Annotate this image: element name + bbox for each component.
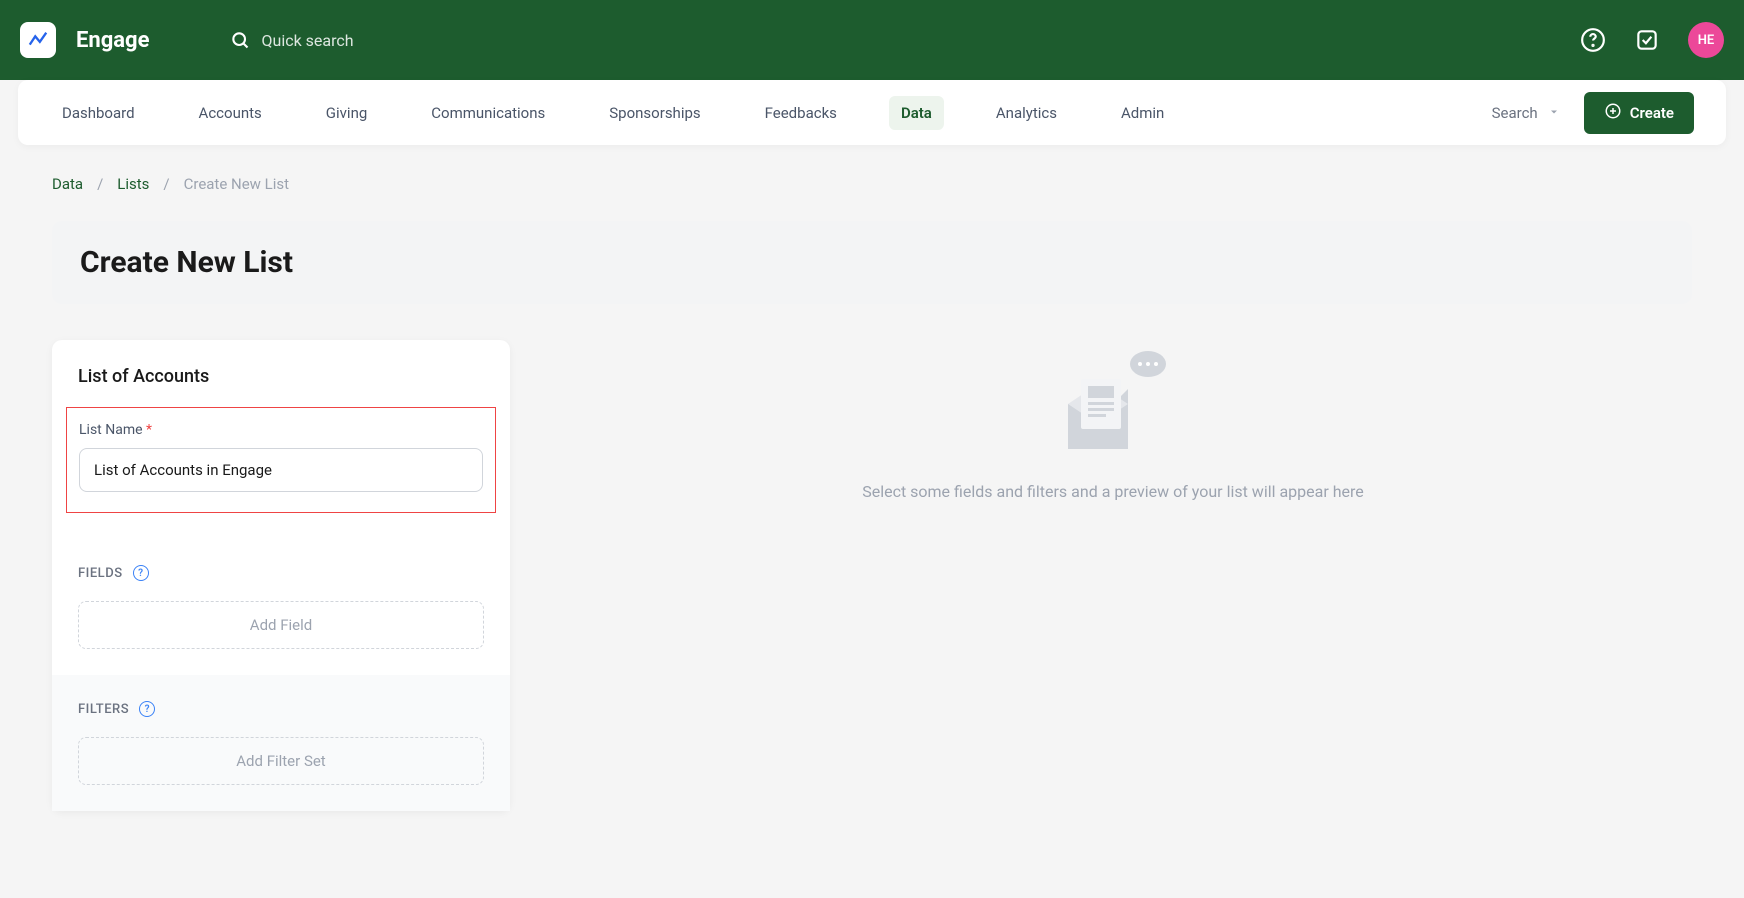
help-icon[interactable] [1580, 27, 1606, 53]
sub-navigation: Dashboard Accounts Giving Communications… [18, 80, 1726, 145]
fields-section: FIELDS ? Add Field [52, 539, 510, 675]
breadcrumb: Data / Lists / Create New List [52, 175, 1692, 193]
search-dropdown[interactable]: Search [1492, 104, 1560, 122]
form-section-title: List of Accounts [78, 366, 484, 387]
nav-data[interactable]: Data [889, 96, 944, 130]
create-button[interactable]: Create [1584, 92, 1694, 134]
nav-items: Dashboard Accounts Giving Communications… [50, 96, 1176, 130]
top-header: Engage HE [0, 0, 1744, 80]
list-name-field-highlight: List Name * [66, 407, 496, 513]
nav-communications[interactable]: Communications [419, 96, 557, 130]
required-asterisk: * [146, 422, 152, 438]
filters-section: FILTERS ? Add Filter Set [52, 675, 510, 811]
empty-state-message: Select some fields and filters and a pre… [862, 482, 1364, 501]
breadcrumb-data[interactable]: Data [52, 175, 83, 193]
breadcrumb-current: Create New List [184, 175, 289, 193]
breadcrumb-separator: / [163, 175, 169, 193]
page-title: Create New List [80, 245, 1664, 280]
list-name-input[interactable] [79, 448, 483, 492]
fields-label: FIELDS [78, 566, 123, 581]
nav-analytics[interactable]: Analytics [984, 96, 1069, 130]
fields-help-icon[interactable]: ? [133, 565, 149, 581]
add-field-button[interactable]: Add Field [78, 601, 484, 649]
nav-sponsorships[interactable]: Sponsorships [597, 96, 712, 130]
search-icon [230, 30, 250, 50]
empty-state-illustration [1053, 344, 1173, 458]
nav-giving[interactable]: Giving [314, 96, 379, 130]
create-button-label: Create [1630, 104, 1674, 122]
quick-search-container [230, 30, 462, 50]
user-avatar[interactable]: HE [1688, 22, 1724, 58]
search-dropdown-label: Search [1492, 104, 1538, 122]
nav-accounts[interactable]: Accounts [187, 96, 274, 130]
nav-right: Search Create [1492, 92, 1694, 134]
form-panel: List of Accounts List Name * FIELDS ? Ad… [52, 340, 510, 811]
brand-name: Engage [76, 28, 150, 53]
list-name-label: List Name * [79, 422, 483, 438]
list-info-section: List of Accounts List Name * [52, 340, 510, 539]
plus-circle-icon [1604, 102, 1622, 124]
nav-dashboard[interactable]: Dashboard [50, 96, 147, 130]
page-content: Data / Lists / Create New List Create Ne… [0, 145, 1744, 841]
breadcrumb-separator: / [97, 175, 103, 193]
page-title-container: Create New List [52, 221, 1692, 304]
breadcrumb-lists[interactable]: Lists [117, 175, 149, 193]
add-filter-set-button[interactable]: Add Filter Set [78, 737, 484, 785]
quick-search-input[interactable] [262, 31, 462, 50]
tasks-icon[interactable] [1634, 27, 1660, 53]
filters-label: FILTERS [78, 702, 129, 717]
app-logo[interactable] [20, 22, 56, 58]
main-layout: List of Accounts List Name * FIELDS ? Ad… [52, 340, 1692, 811]
chevron-down-icon [1548, 104, 1560, 122]
preview-panel: Select some fields and filters and a pre… [534, 340, 1692, 811]
header-right: HE [1580, 22, 1724, 58]
nav-admin[interactable]: Admin [1109, 96, 1176, 130]
nav-feedbacks[interactable]: Feedbacks [753, 96, 849, 130]
filters-help-icon[interactable]: ? [139, 701, 155, 717]
